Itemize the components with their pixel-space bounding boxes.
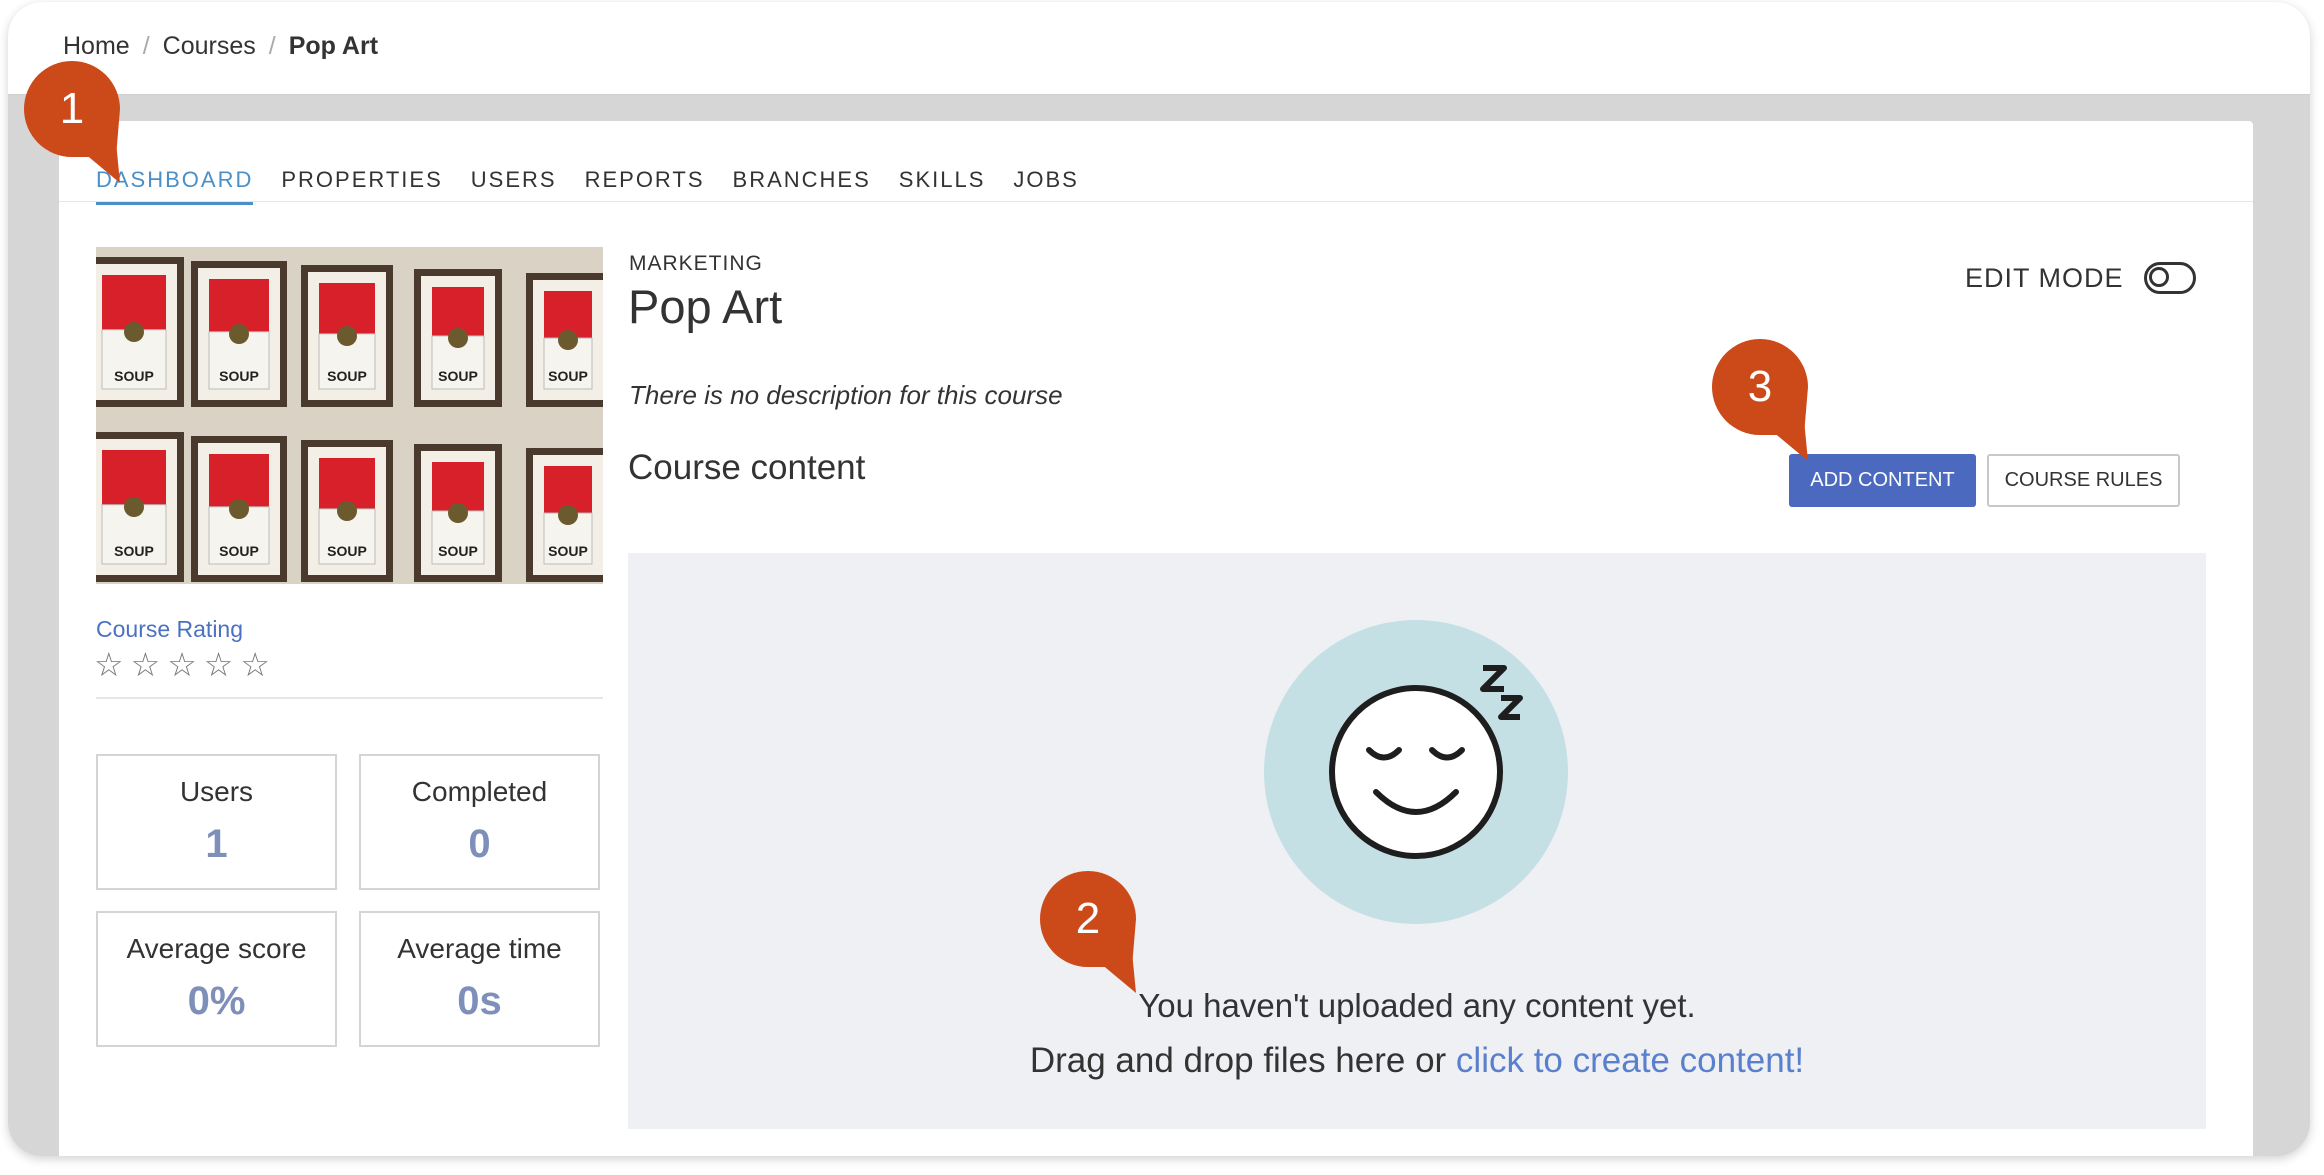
edit-mode-toggle[interactable] (2143, 262, 2196, 294)
breadcrumb-current: Pop Art (288, 32, 379, 60)
soup-can-painting: SOUP (301, 440, 393, 582)
soup-label: SOUP (548, 543, 588, 559)
stat-label: Average score (126, 933, 307, 964)
stat-average-score: Average score 0% (96, 911, 337, 1047)
course-description: There is no description for this course (629, 380, 1063, 410)
tab-jobs[interactable]: JOBS (1013, 167, 1078, 205)
stat-value: 0% (187, 979, 246, 1023)
soup-label: SOUP (114, 368, 154, 384)
tab-divider (59, 201, 2253, 202)
soup-can-painting: SOUP (191, 436, 287, 582)
soup-label: SOUP (114, 543, 154, 559)
soup-label: SOUP (327, 543, 367, 559)
tab-users[interactable]: USERS (471, 167, 557, 205)
breadcrumb-courses[interactable]: Courses (163, 32, 256, 61)
sleeping-face-icon (1264, 620, 1568, 924)
soup-label: SOUP (438, 543, 478, 559)
course-content-title: Course content (628, 448, 866, 487)
stat-label: Users (179, 776, 254, 807)
stat-users: Users 1 (96, 754, 337, 890)
stat-value: 0s (457, 979, 502, 1023)
stat-average-time: Average time 0s (359, 911, 600, 1047)
soup-label: SOUP (327, 368, 367, 384)
soup-can-painting: SOUP (301, 265, 393, 407)
course-rating-label: Course Rating (96, 616, 244, 642)
stat-completed: Completed 0 (359, 754, 600, 890)
breadcrumb-separator: / (142, 32, 150, 60)
tab-reports[interactable]: REPORTS (585, 167, 705, 205)
soup-can-painting: SOUP (96, 257, 184, 407)
soup-can-painting: SOUP (191, 261, 287, 407)
callout-badge-2: 2 (1040, 871, 1170, 1001)
course-category: MARKETING (629, 252, 763, 275)
empty-content-message: You haven't uploaded any content yet. (1138, 987, 1696, 1024)
soup-cans-image: SOUP SOUP SOUP SOUP SOUP SOUP SOUP SOUP SOUP SOUP (96, 247, 603, 584)
soup-label: SOUP (219, 368, 259, 384)
course-thumbnail: SOUP SOUP SOUP SOUP SOUP SOUP SOUP SOUP SOUP SOUP (96, 247, 603, 584)
soup-can-painting: SOUP (414, 269, 502, 407)
tab-properties[interactable]: PROPERTIES (281, 167, 442, 205)
soup-can-painting: SOUP (96, 432, 184, 582)
content-dropzone[interactable]: You haven't uploaded any content yet. Dr… (628, 553, 2206, 1129)
callout-number: 2 (1075, 894, 1101, 943)
drag-drop-text: Drag and drop files here or (1029, 1041, 1456, 1080)
tab-skills[interactable]: SKILLS (899, 167, 986, 205)
star-icon[interactable]: ☆ (94, 648, 124, 681)
edit-mode-control: EDIT MODE (1965, 262, 2196, 294)
stat-label: Completed (411, 776, 548, 807)
breadcrumb-separator: / (268, 32, 276, 60)
top-bar: Home / Courses / Pop Art (8, 2, 2310, 95)
soup-label: SOUP (548, 368, 588, 384)
soup-can-painting: SOUP (526, 273, 603, 407)
stat-label: Average time (397, 933, 562, 964)
course-rating-stars[interactable]: ☆ ☆ ☆ ☆ ☆ (94, 648, 277, 681)
tab-branches[interactable]: BRANCHES (733, 167, 871, 205)
course-rules-button[interactable]: COURSE RULES (1987, 454, 2180, 507)
soup-label: SOUP (219, 543, 259, 559)
soup-can-painting: SOUP (526, 448, 603, 582)
soup-label: SOUP (438, 368, 478, 384)
callout-badge-3: 3 (1712, 339, 1842, 469)
star-icon[interactable]: ☆ (204, 648, 234, 681)
toggle-knob (2148, 267, 2169, 287)
callout-badge-1: 1 (24, 61, 154, 191)
breadcrumb-home[interactable]: Home (63, 32, 130, 61)
edit-mode-label: EDIT MODE (1965, 262, 2124, 293)
course-title: Pop Art (628, 280, 783, 333)
star-icon[interactable]: ☆ (167, 648, 197, 681)
stat-value: 1 (205, 822, 228, 866)
star-icon[interactable]: ☆ (131, 648, 161, 681)
callout-number: 3 (1747, 362, 1773, 411)
divider (96, 697, 603, 699)
star-icon[interactable]: ☆ (240, 648, 270, 681)
create-content-link[interactable]: click to create content! (1456, 1041, 1804, 1080)
stat-value: 0 (468, 822, 491, 866)
callout-number: 1 (59, 84, 85, 133)
course-tabs: DASHBOARD PROPERTIES USERS REPORTS BRANC… (96, 167, 1107, 205)
breadcrumb: Home / Courses / Pop Art (63, 32, 378, 61)
drag-drop-hint: Drag and drop files here or click to cre… (628, 1041, 2206, 1081)
soup-can-painting: SOUP (414, 444, 502, 582)
